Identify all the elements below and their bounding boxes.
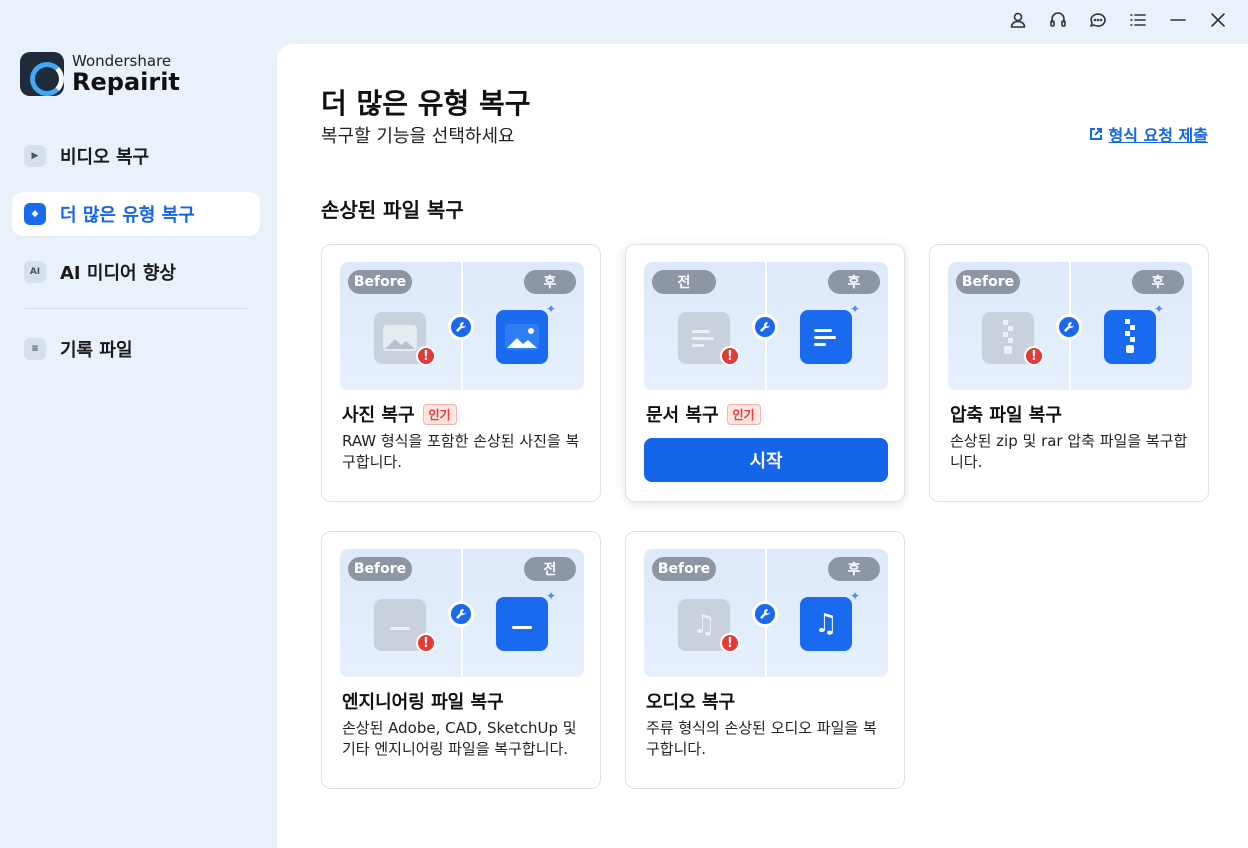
- wrench-icon: [752, 314, 778, 340]
- sparkle-icon: ✦: [850, 589, 861, 603]
- sparkle-icon: ✦: [1154, 302, 1165, 316]
- sidebar-divider: [24, 308, 248, 309]
- document-repair-card[interactable]: 전 후 ! ✦ 문서 복구 인기 시작: [625, 244, 905, 502]
- wrench-icon: [1056, 314, 1082, 340]
- after-label: 후: [524, 270, 576, 294]
- after-label: 후: [828, 557, 880, 581]
- after-label: 후: [828, 270, 880, 294]
- audio-repair-card[interactable]: Before 후 ♫ ! ♫ ✦ 오디오 복구 주류 형식의 손상된 오디오 파…: [625, 531, 905, 789]
- sidebar-nav: ▶ 비디오 복구 ◆ 더 많은 유형 복구 AI AI 미디어 향상 ≡ 기록 …: [12, 134, 260, 385]
- start-button[interactable]: 시작: [644, 438, 888, 482]
- card-thumbnail: Before 후 ! ✦: [340, 262, 584, 390]
- card-thumbnail: Before 후 ♫ ! ♫ ✦: [644, 549, 888, 677]
- section-title: 손상된 파일 복구: [321, 198, 464, 222]
- before-label: Before: [652, 557, 716, 581]
- after-label: 후: [1132, 270, 1184, 294]
- card-title: 문서 복구 인기: [646, 401, 761, 427]
- audio-icon: ♫: [800, 597, 852, 651]
- error-icon: !: [720, 633, 740, 653]
- before-label: Before: [348, 270, 412, 294]
- brand-top: Wondershare: [72, 52, 172, 70]
- popular-badge: 인기: [726, 403, 761, 425]
- format-request-label: 형식 요청 제출: [1108, 126, 1208, 145]
- card-thumbnail: Before 전 ! ✦: [340, 549, 584, 677]
- engineering-repair-card[interactable]: Before 전 ! ✦ 엔지니어링 파일 복구 손상된 Adobe, CAD,…: [321, 531, 601, 789]
- folder-icon: [496, 597, 548, 651]
- menu-list-icon[interactable]: [1122, 4, 1154, 36]
- sparkle-icon: ✦: [546, 589, 557, 603]
- ai-icon: AI: [24, 261, 46, 283]
- minimize-icon[interactable]: [1162, 4, 1194, 36]
- sidebar-item-ai-enhance[interactable]: AI AI 미디어 향상: [12, 250, 260, 294]
- account-icon[interactable]: [1002, 4, 1034, 36]
- page-subtitle: 복구할 기능을 선택하세요: [321, 126, 515, 147]
- main-panel: 더 많은 유형 복구 복구할 기능을 선택하세요 형식 요청 제출 손상된 파일…: [277, 44, 1248, 848]
- app-logo: Wondershare Repairit: [20, 52, 180, 96]
- repairit-logo-icon: [20, 52, 64, 96]
- external-link-icon: [1089, 128, 1102, 140]
- video-icon: ▶: [24, 145, 46, 167]
- sidebar-item-history[interactable]: ≡ 기록 파일: [12, 327, 260, 371]
- error-icon: !: [416, 346, 436, 366]
- card-thumbnail: Before 후 ! ✦: [948, 262, 1192, 390]
- support-headset-icon[interactable]: [1042, 4, 1074, 36]
- more-types-icon: ◆: [24, 203, 46, 225]
- card-description: RAW 형식을 포함한 손상된 사진을 복구합니다.: [342, 432, 580, 471]
- page-title: 더 많은 유형 복구: [321, 87, 531, 120]
- card-title: 엔지니어링 파일 복구: [342, 692, 504, 713]
- sparkle-icon: ✦: [850, 302, 861, 316]
- archive-repair-card[interactable]: Before 후 ! ✦ 압축 파일 복구 손상된 zip 및 rar 압축 파…: [929, 244, 1209, 502]
- sidebar-item-label: 비디오 복구: [60, 147, 150, 168]
- photo-repair-card[interactable]: Before 후 ! ✦ 사진 복구 인기 RAW 형식을 포함한 손상된 사진…: [321, 244, 601, 502]
- window-toolbar: [1002, 0, 1248, 40]
- card-description: 손상된 Adobe, CAD, SketchUp 및 기타 엔지니어링 파일을 …: [342, 719, 577, 758]
- close-icon[interactable]: [1202, 4, 1234, 36]
- image-icon: [496, 310, 548, 364]
- card-thumbnail: 전 후 ! ✦: [644, 262, 888, 390]
- card-title: 오디오 복구: [646, 692, 736, 713]
- format-request-link[interactable]: 형식 요청 제출: [1089, 122, 1208, 146]
- card-title: 사진 복구 인기: [342, 401, 457, 427]
- wrench-icon: [752, 601, 778, 627]
- sidebar: Wondershare Repairit ▶ 비디오 복구 ◆ 더 많은 유형 …: [0, 0, 277, 848]
- sidebar-item-label: AI 미디어 향상: [60, 263, 176, 284]
- sidebar-item-video-repair[interactable]: ▶ 비디오 복구: [12, 134, 260, 178]
- error-icon: !: [1024, 346, 1044, 366]
- chat-icon[interactable]: [1082, 4, 1114, 36]
- popular-badge: 인기: [422, 403, 457, 425]
- card-description: 주류 형식의 손상된 오디오 파일을 복구합니다.: [646, 719, 877, 758]
- sparkle-icon: ✦: [546, 302, 557, 316]
- history-icon: ≡: [24, 338, 46, 360]
- sidebar-item-more-types[interactable]: ◆ 더 많은 유형 복구: [12, 192, 260, 236]
- card-description: 손상된 zip 및 rar 압축 파일을 복구합니다.: [950, 432, 1188, 471]
- brand-name: Repairit: [72, 68, 180, 96]
- before-label: Before: [348, 557, 412, 581]
- archive-icon: [1104, 310, 1156, 364]
- sidebar-item-label: 기록 파일: [60, 340, 133, 361]
- error-icon: !: [416, 633, 436, 653]
- after-label: 전: [524, 557, 576, 581]
- document-icon: [800, 310, 852, 364]
- wrench-icon: [448, 601, 474, 627]
- wrench-icon: [448, 314, 474, 340]
- error-icon: !: [720, 346, 740, 366]
- sidebar-item-label: 더 많은 유형 복구: [60, 205, 195, 226]
- before-label: Before: [956, 270, 1020, 294]
- before-label: 전: [652, 270, 716, 294]
- card-title: 압축 파일 복구: [950, 405, 1062, 426]
